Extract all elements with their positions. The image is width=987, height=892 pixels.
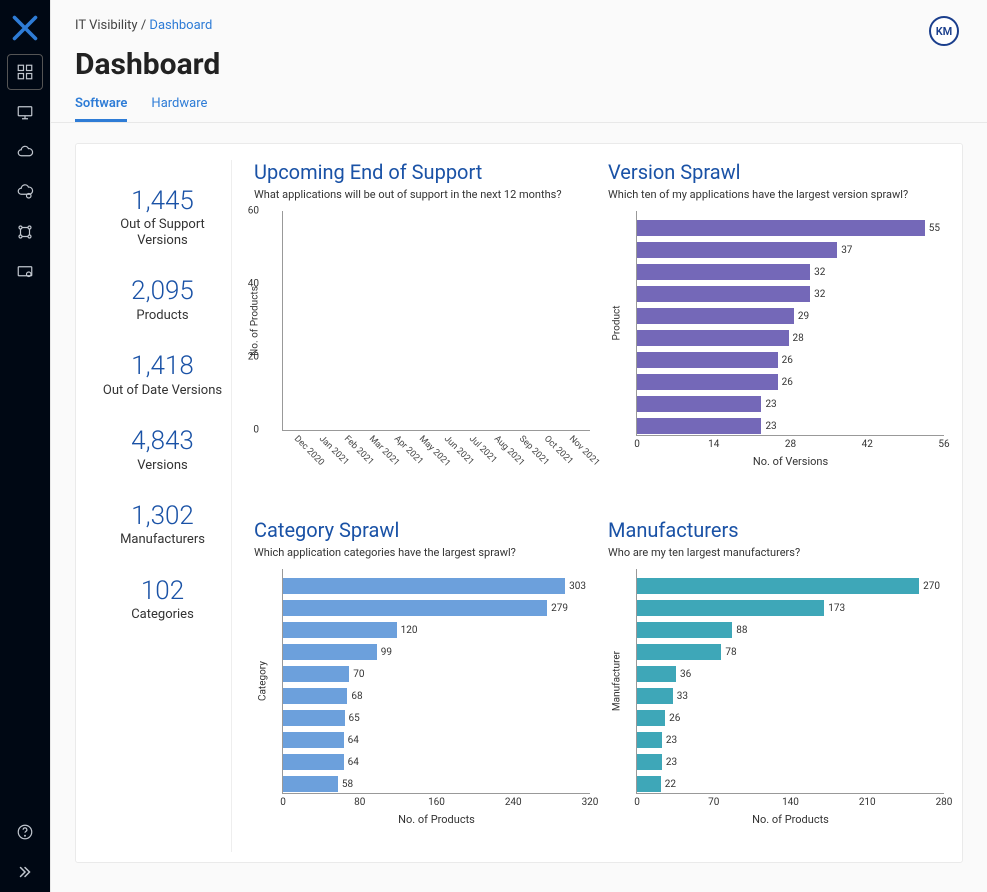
stats-column: 1,445Out of Support Versions 2,095 Product…: [94, 160, 232, 852]
stat-value: 4,843: [131, 428, 194, 455]
bar[interactable]: 32: [637, 285, 940, 303]
chart-subtitle: What applications will be out of support…: [254, 188, 590, 201]
chart-plot: Manufacturer2701738878363326232322No. of…: [636, 569, 944, 794]
sidebar: [0, 0, 50, 892]
stat-value: 102: [131, 578, 194, 605]
bar[interactable]: 64: [283, 753, 586, 771]
bar[interactable]: 37: [637, 241, 940, 259]
stat-label: Out of Support Versions: [94, 217, 231, 248]
header: IT Visibility / Dashboard KM Dashboard S…: [51, 0, 987, 123]
chart-title: Manufacturers: [608, 518, 944, 542]
logo-icon: [7, 10, 43, 46]
stat-item: 102 Categories: [131, 578, 194, 623]
stat-item: 1,302 Manufacturers: [120, 503, 205, 548]
stat-value: 1,418: [103, 353, 222, 380]
bar[interactable]: 26: [637, 351, 940, 369]
nav-icon-integrations[interactable]: [7, 214, 43, 250]
stat-value: 1,302: [120, 503, 205, 530]
charts-grid: Upcoming End of Support What applications…: [254, 160, 944, 852]
chart-category_sprawl: Category Sprawl Which application categor…: [254, 518, 590, 852]
chart-subtitle: Who are my ten largest manufacturers?: [608, 546, 944, 559]
bar[interactable]: 23: [637, 753, 940, 771]
bar[interactable]: 29: [637, 307, 940, 325]
breadcrumb-root: IT Visibility: [75, 18, 138, 33]
bar[interactable]: 70: [283, 665, 586, 683]
bar[interactable]: 23: [637, 417, 940, 435]
bar[interactable]: 23: [637, 395, 940, 413]
nav-icon-cloud-settings[interactable]: [7, 174, 43, 210]
page-title: Dashboard: [75, 47, 963, 82]
stat-label: Out of Date Versions: [103, 383, 222, 399]
breadcrumb: IT Visibility / Dashboard: [75, 18, 963, 33]
bar[interactable]: 279: [283, 599, 586, 617]
stat-value: 2,095: [131, 278, 194, 305]
stat-item: 1,418 Out of Date Versions: [103, 353, 222, 398]
stat-label: Categories: [131, 607, 194, 623]
bar[interactable]: 36: [637, 665, 940, 683]
stat-label: Versions: [131, 458, 194, 474]
content: 1,445Out of Support Versions 2,095 Product…: [51, 123, 987, 892]
chart-plot: Category30327912099706865646458No. of Pr…: [282, 569, 590, 794]
bar[interactable]: 58: [283, 775, 586, 793]
nav-icon-security[interactable]: [7, 254, 43, 290]
chart-subtitle: Which application categories have the la…: [254, 546, 590, 559]
nav-icon-dashboard[interactable]: [7, 54, 43, 90]
tab-software[interactable]: Software: [75, 96, 127, 122]
chart-plot: Product55373232292826262323No. of Versio…: [636, 211, 944, 436]
bar[interactable]: 26: [637, 373, 940, 391]
nav-icon-cloud[interactable]: [7, 134, 43, 170]
nav-icon-device[interactable]: [7, 94, 43, 130]
bar[interactable]: 32: [637, 263, 940, 281]
dashboard-card: 1,445Out of Support Versions 2,095 Product…: [75, 143, 963, 863]
stat-item: 4,843 Versions: [131, 428, 194, 473]
bar[interactable]: 78: [637, 643, 940, 661]
bar[interactable]: 22: [637, 775, 940, 793]
stat-label: Products: [131, 308, 194, 324]
chart-eos: Upcoming End of Support What applications…: [254, 160, 590, 494]
stat-value: 1,445: [94, 188, 231, 215]
nav-icon-expand[interactable]: [7, 854, 43, 890]
bar[interactable]: 303: [283, 577, 586, 595]
bar[interactable]: 26: [637, 709, 940, 727]
stat-item: 2,095 Products: [131, 278, 194, 323]
chart-version_sprawl: Version Sprawl Which ten of my applicatio…: [608, 160, 944, 494]
chart-plot: No. of Products0204060Dec 2020Jan 2021Fe…: [282, 211, 590, 431]
bar[interactable]: 64: [283, 731, 586, 749]
stat-item: 1,445Out of Support Versions: [94, 188, 231, 248]
bar[interactable]: 28: [637, 329, 940, 347]
bar[interactable]: 88: [637, 621, 940, 639]
chart-title: Version Sprawl: [608, 160, 944, 184]
bar[interactable]: 55: [637, 219, 940, 237]
tab-hardware[interactable]: Hardware: [151, 96, 207, 122]
bar[interactable]: 23: [637, 731, 940, 749]
chart-subtitle: Which ten of my applications have the la…: [608, 188, 944, 201]
bar[interactable]: 65: [283, 709, 586, 727]
bar[interactable]: 120: [283, 621, 586, 639]
stat-label: Manufacturers: [120, 532, 205, 548]
chart-manufacturers: Manufacturers Who are my ten largest manu…: [608, 518, 944, 852]
bar[interactable]: 173: [637, 599, 940, 617]
tabs: Software Hardware: [75, 96, 963, 122]
nav-icon-help[interactable]: [7, 814, 43, 850]
avatar[interactable]: KM: [929, 16, 959, 46]
bar[interactable]: 68: [283, 687, 586, 705]
breadcrumb-current[interactable]: Dashboard: [149, 18, 212, 33]
chart-title: Upcoming End of Support: [254, 160, 590, 184]
bar[interactable]: 270: [637, 577, 940, 595]
chart-title: Category Sprawl: [254, 518, 590, 542]
main: IT Visibility / Dashboard KM Dashboard S…: [50, 0, 987, 892]
bar[interactable]: 33: [637, 687, 940, 705]
bar[interactable]: 99: [283, 643, 586, 661]
